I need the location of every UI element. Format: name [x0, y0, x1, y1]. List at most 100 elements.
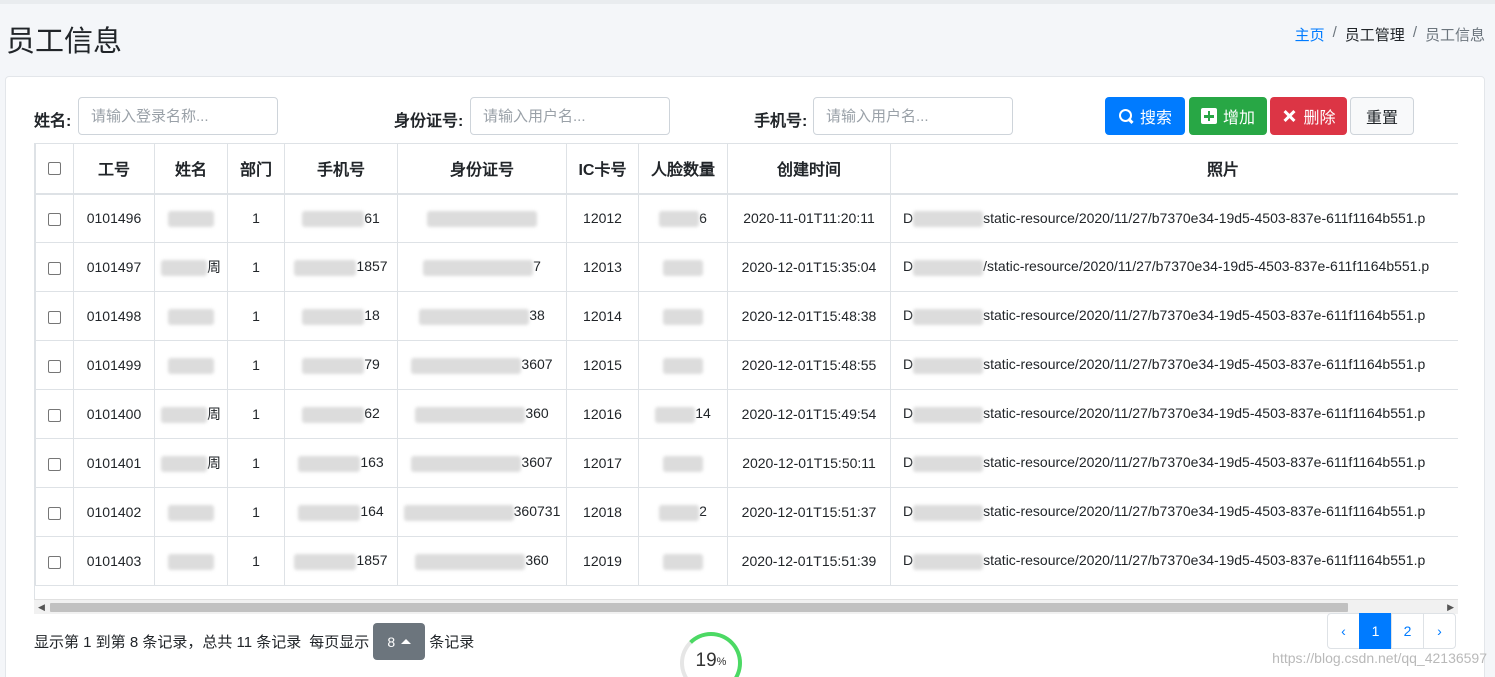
cell-dept: 1 — [227, 487, 285, 537]
table-row[interactable]: 0101403 1 1857 360 12019 2020-12-01T15:51:39 D… — [35, 536, 1458, 586]
row-checkbox[interactable] — [48, 555, 61, 569]
redacted-idcard — [403, 504, 514, 521]
cell-idcard: 360731 — [397, 487, 567, 537]
row-select-cell[interactable] — [35, 242, 74, 292]
faces-value: 2 — [699, 503, 707, 520]
add-button[interactable]: 增加 — [1189, 97, 1267, 135]
column-header[interactable]: 姓名 — [154, 143, 228, 195]
table-row[interactable]: 0101400 周 1 62 360 12016 14 2020-12-01T15:49:54… — [35, 389, 1458, 439]
cell-created: 2020-12-01T15:48:55 — [727, 340, 891, 390]
cell-idcard — [397, 193, 567, 243]
cell-id: 0101499 — [73, 340, 155, 390]
redacted-photo-path — [913, 455, 984, 472]
created-value: 2020-12-01T15:49:54 — [741, 406, 877, 422]
column-header[interactable]: 照片 — [890, 143, 1458, 195]
row-checkbox[interactable] — [48, 506, 61, 520]
row-select-cell[interactable] — [35, 193, 74, 243]
faces-value: 6 — [699, 209, 707, 226]
phone-value: 18 — [364, 307, 380, 324]
select-all-checkbox[interactable] — [48, 161, 61, 175]
cell-idcard: 3607 — [397, 340, 567, 390]
redacted-faces — [663, 357, 703, 374]
column-header[interactable]: IC卡号 — [566, 143, 639, 195]
ic-value: 12012 — [583, 210, 622, 227]
ic-value: 12013 — [583, 259, 622, 275]
horizontal-scrollbar[interactable]: ◀ ▶ — [34, 599, 1458, 614]
ic-value: 12016 — [583, 406, 622, 422]
reset-button[interactable]: 重置 — [1350, 97, 1414, 135]
row-select-cell[interactable] — [35, 487, 74, 537]
photo-value: static-resource/2020/11/27/b7370e34-19d5… — [983, 307, 1426, 324]
table-row[interactable]: 0101402 1 164 360731 12018 2 2020-12-01T15:51:… — [35, 487, 1458, 537]
delete-button-label: 删除 — [1303, 110, 1336, 127]
table-row[interactable]: 0101401 周 1 163 3607 12017 2020-12-01T15:50:11… — [35, 438, 1458, 488]
phone-filter-label: 手机号: — [754, 113, 808, 130]
cell-ic: 12018 — [566, 487, 639, 537]
column-header[interactable]: 身份证号 — [397, 143, 567, 195]
page-button-1[interactable]: 1 — [1359, 613, 1392, 649]
dept-value: 1 — [252, 504, 260, 520]
cell-ic: 12015 — [566, 340, 639, 390]
search-button[interactable]: 搜索 — [1105, 97, 1185, 135]
scrollbar-thumb[interactable] — [50, 603, 1348, 612]
redacted-faces — [663, 259, 703, 276]
cell-photo: Dstatic-resource/2020/11/27/b7370e34-19d… — [890, 340, 1458, 390]
redacted-idcard — [411, 357, 522, 374]
table-row[interactable]: 0101496 1 61 12012 6 2020-11-01T11:20:11 Dstat… — [35, 193, 1458, 243]
prev-page-button[interactable]: ‹ — [1327, 613, 1360, 649]
row-select-cell[interactable] — [35, 389, 74, 439]
table-row[interactable]: 0101498 1 18 38 12014 2020-12-01T15:48:38 Dsta… — [35, 291, 1458, 341]
table-row[interactable]: 0101499 1 79 3607 12015 2020-12-01T15:48:55 Ds… — [35, 340, 1458, 390]
column-header[interactable]: 部门 — [227, 143, 285, 195]
row-select-cell[interactable] — [35, 340, 74, 390]
column-header[interactable]: 工号 — [73, 143, 155, 195]
breadcrumb-section[interactable]: 员工管理 — [1345, 24, 1405, 45]
next-page-button[interactable]: › — [1423, 613, 1456, 649]
cell-photo: Dstatic-resource/2020/11/27/b7370e34-19d… — [890, 438, 1458, 488]
select-all-cell[interactable] — [35, 143, 74, 195]
breadcrumb-home[interactable]: 主页 — [1295, 24, 1325, 45]
cell-photo: D/static-resource/2020/11/27/b7370e34-19… — [890, 242, 1458, 292]
row-checkbox[interactable] — [48, 213, 61, 227]
column-header[interactable]: 手机号 — [284, 143, 398, 195]
name-search-input[interactable] — [78, 97, 278, 135]
redacted-idcard — [419, 308, 530, 325]
created-value: 2020-12-01T15:51:37 — [741, 504, 877, 520]
name-value: 周 — [207, 406, 221, 422]
row-select-cell[interactable] — [35, 291, 74, 341]
row-checkbox[interactable] — [48, 261, 61, 275]
phone-value: 61 — [364, 209, 380, 226]
row-select-cell[interactable] — [35, 438, 74, 488]
column-header[interactable]: 创建时间 — [727, 143, 891, 195]
table-footer: 显示第 1 到第 8 条记录，总共 11 条记录 每页显示 8 条记录 — [34, 623, 474, 660]
page-size-dropdown[interactable]: 8 — [373, 623, 426, 660]
breadcrumb-separator: / — [1412, 24, 1417, 41]
cell-id: 0101401 — [73, 438, 155, 488]
scroll-left-arrow-icon[interactable]: ◀ — [38, 602, 45, 613]
id-value: 0101402 — [86, 504, 142, 520]
column-header[interactable]: 人脸数量 — [638, 143, 728, 195]
idcard-search-input[interactable] — [470, 97, 670, 135]
row-checkbox[interactable] — [48, 408, 61, 422]
table-row[interactable]: 0101497 周 1 1857 7 12013 2020-12-01T15:35:04 D /… — [35, 242, 1458, 292]
cell-id: 0101400 — [73, 389, 155, 439]
redacted-faces — [659, 504, 700, 521]
phone-search-input[interactable] — [813, 97, 1013, 135]
row-checkbox[interactable] — [48, 359, 61, 373]
row-checkbox[interactable] — [48, 310, 61, 324]
redacted-phone — [294, 553, 357, 570]
search-icon — [1118, 108, 1134, 124]
idcard-value: 38 — [529, 307, 545, 324]
photo-drive-prefix: D — [903, 454, 914, 471]
scroll-right-arrow-icon[interactable]: ▶ — [1447, 602, 1454, 613]
row-checkbox[interactable] — [48, 457, 61, 471]
redacted-faces — [659, 210, 700, 227]
page-button-2[interactable]: 2 — [1391, 613, 1424, 649]
row-select-cell[interactable] — [35, 536, 74, 586]
dept-value: 1 — [252, 553, 260, 569]
redacted-phone — [302, 406, 365, 423]
idcard-value: 360 — [525, 552, 549, 569]
delete-button[interactable]: 删除 — [1270, 97, 1347, 135]
cell-id: 0101498 — [73, 291, 155, 341]
search-button-label: 搜索 — [1139, 110, 1172, 127]
